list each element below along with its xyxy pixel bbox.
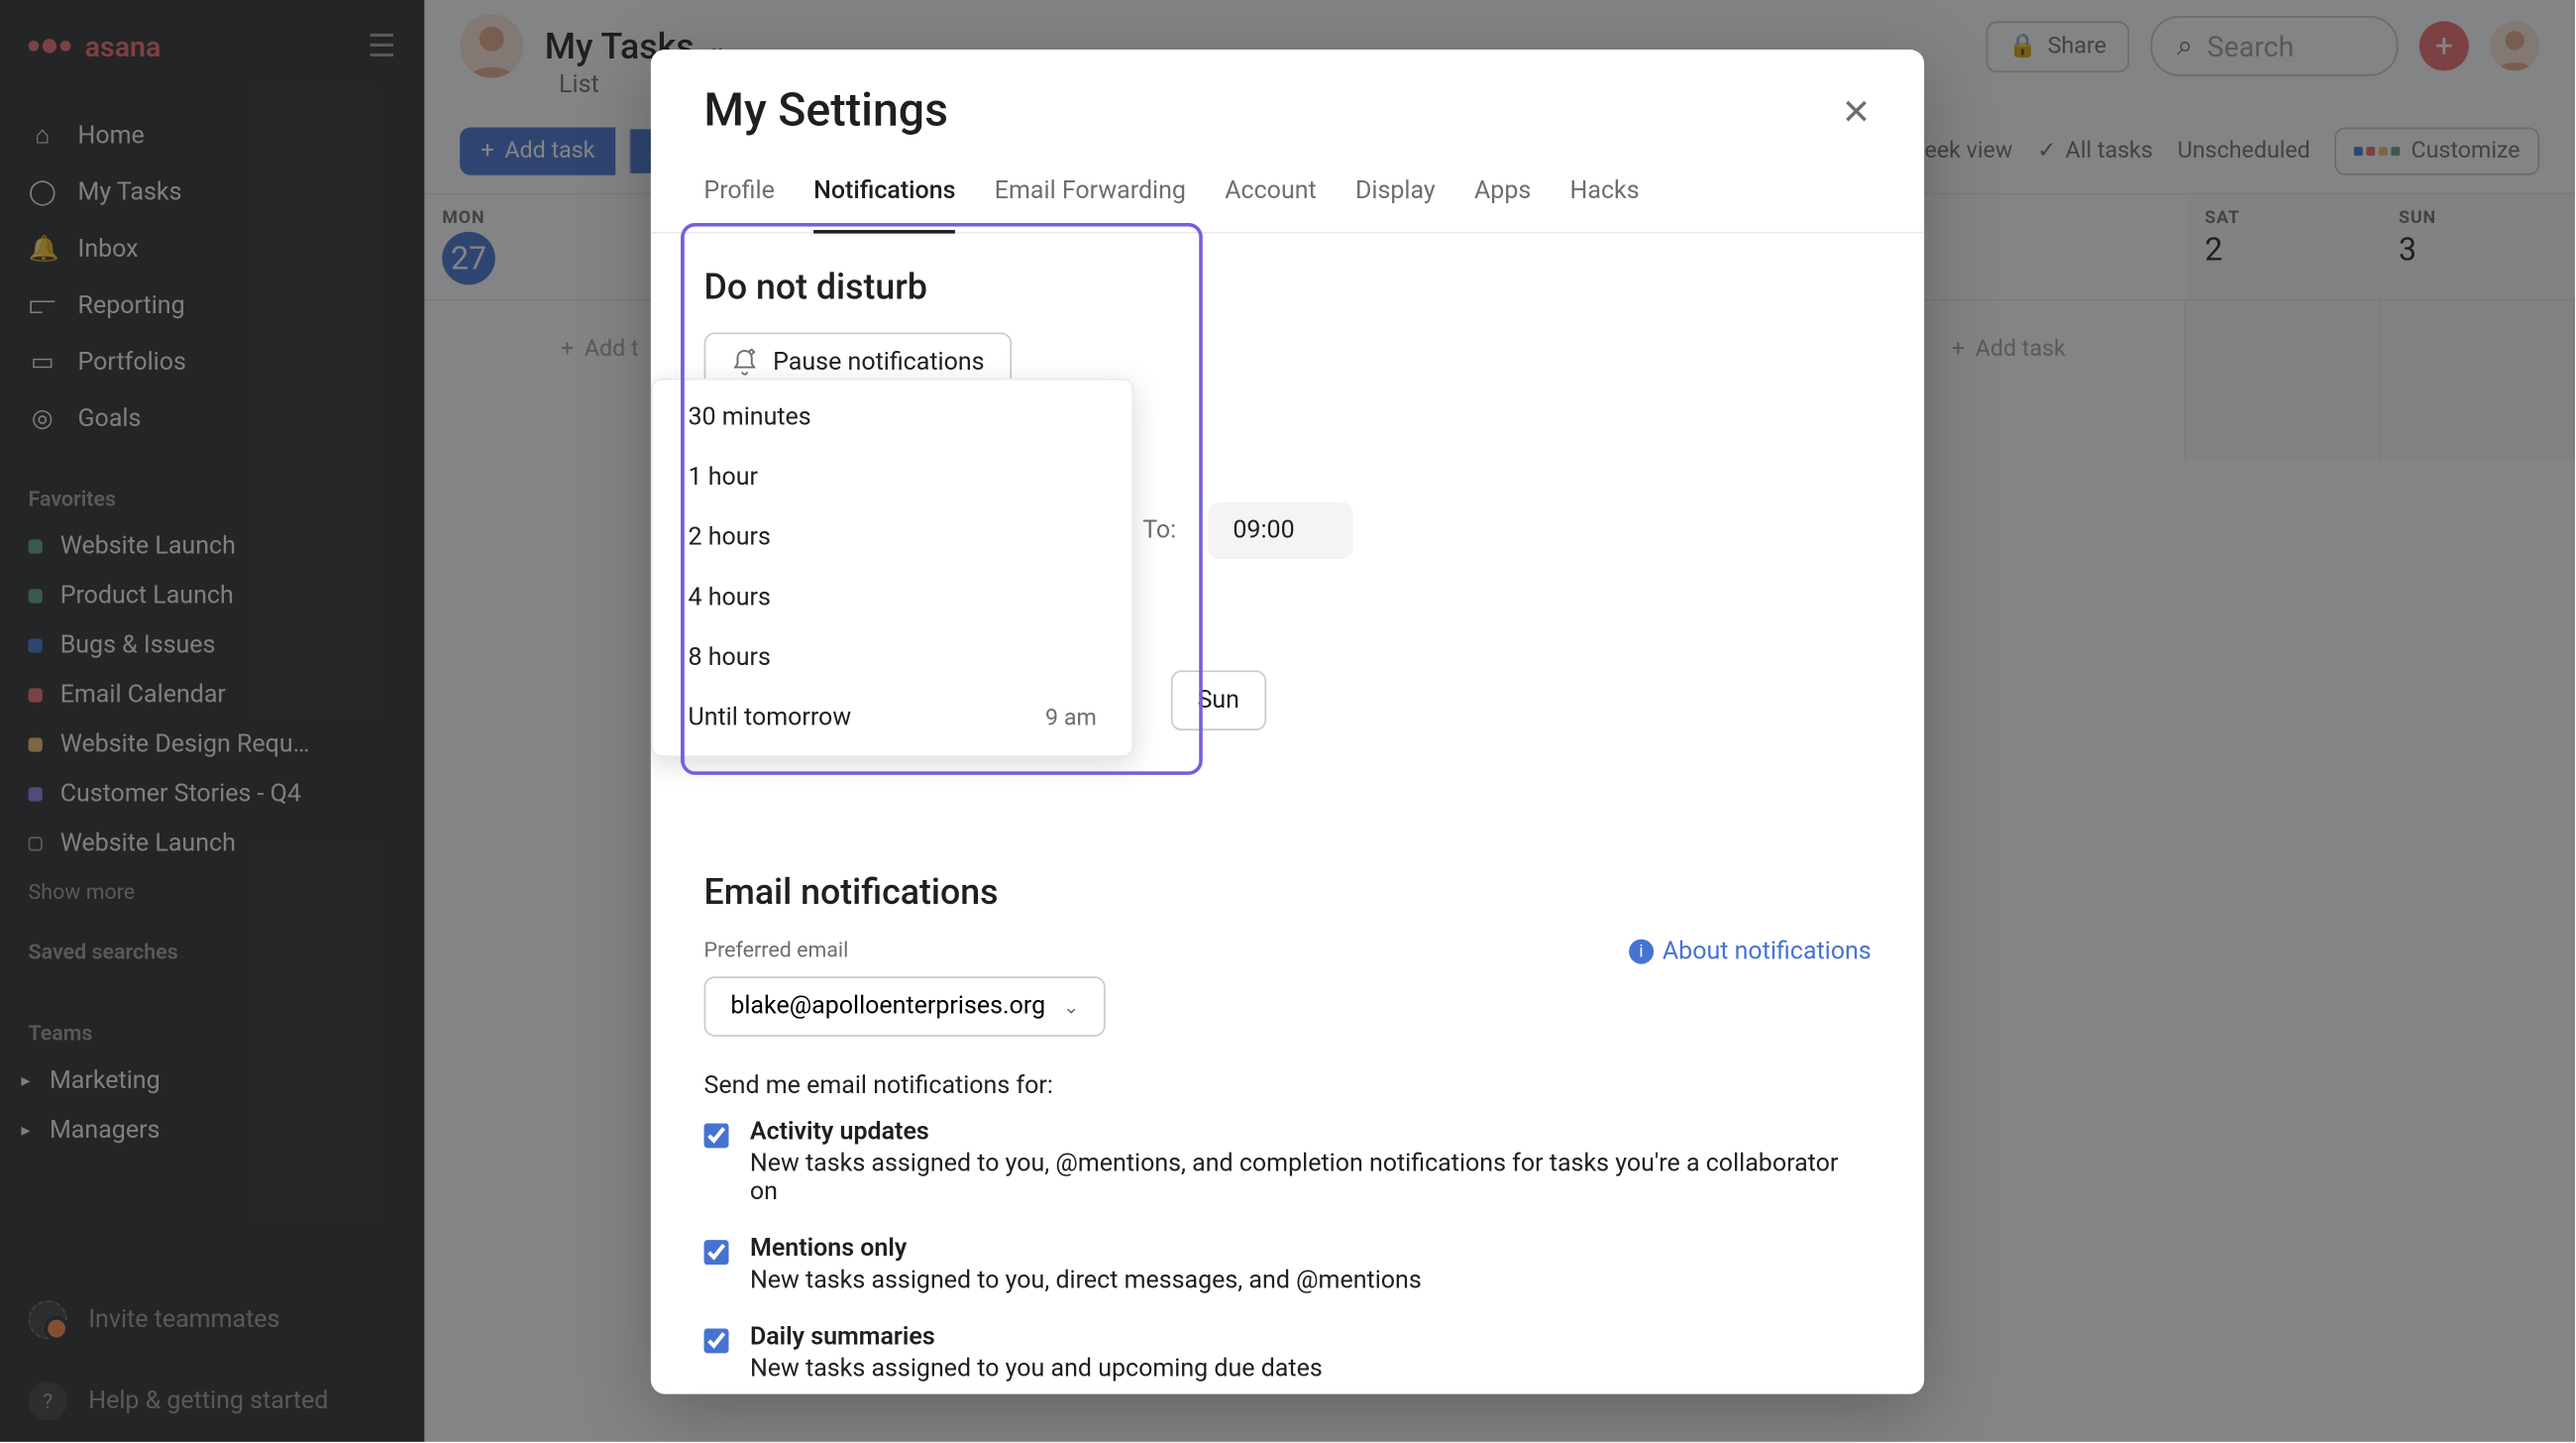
email-option: Daily summaries New tasks assigned to you… [703,1323,1871,1384]
settings-tab-hacks[interactable]: Hacks [1570,163,1640,232]
settings-tab-display[interactable]: Display [1355,163,1436,232]
settings-tab-notifications[interactable]: Notifications [813,163,955,233]
email-heading: Email notifications [703,870,1871,913]
to-time-input[interactable] [1208,502,1352,559]
info-icon: i [1629,940,1654,964]
close-icon[interactable]: ✕ [1842,90,1872,133]
modal-title: My Settings [703,85,948,139]
pause-option[interactable]: Until tomorrow9 am [653,688,1132,748]
day-sun-button[interactable]: Sun [1171,671,1266,731]
email-option-desc: New tasks assigned to you, direct messag… [750,1267,1422,1295]
settings-modal: My Settings ✕ Profile Notifications Email … [651,50,1924,1394]
bell-snooze-icon [730,349,759,378]
dnd-heading: Do not disturb [703,266,1871,308]
pause-option[interactable]: 1 hour [653,448,1132,508]
to-label: To: [1142,516,1176,545]
about-notifications-link[interactable]: i About notifications [1629,938,1872,966]
settings-tab-apps[interactable]: Apps [1474,163,1531,232]
chevron-down-icon: ⌄ [1063,995,1079,1018]
pause-option[interactable]: 30 minutes [653,388,1132,448]
settings-tab-profile[interactable]: Profile [703,163,774,232]
pause-option[interactable]: 2 hours [653,507,1132,568]
pause-option[interactable]: 4 hours [653,568,1132,628]
send-me-label: Send me email notifications for: [703,1072,1871,1101]
email-option-checkbox[interactable] [703,1123,728,1148]
preferred-email-select[interactable]: blake@apolloenterprises.org ⌄ [703,976,1106,1037]
pause-option[interactable]: 8 hours [653,628,1132,689]
email-option-title: Mentions only [750,1235,1422,1264]
preferred-email-label: Preferred email [703,938,1106,962]
email-option-title: Activity updates [750,1118,1872,1147]
email-option-title: Daily summaries [750,1323,1323,1352]
email-option-checkbox[interactable] [703,1329,728,1354]
pause-menu: 30 minutes1 hour2 hours4 hours8 hoursUnt… [651,379,1133,757]
email-option-desc: New tasks assigned to you, @mentions, an… [750,1150,1872,1206]
email-option: Activity updates New tasks assigned to yo… [703,1118,1871,1206]
settings-tab-email-forwarding[interactable]: Email Forwarding [995,163,1186,232]
email-option: Mentions only New tasks assigned to you, … [703,1235,1871,1295]
email-option-checkbox[interactable] [703,1240,728,1265]
settings-tab-account[interactable]: Account [1225,163,1316,232]
email-option-desc: New tasks assigned to you and upcoming d… [750,1355,1323,1384]
